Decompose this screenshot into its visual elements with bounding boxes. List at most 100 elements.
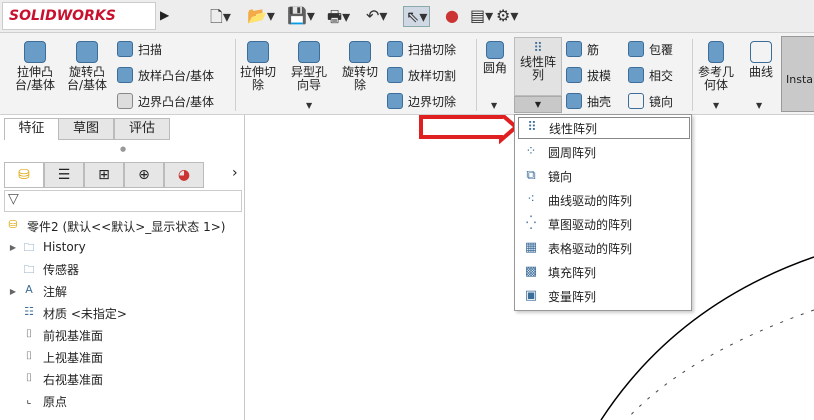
tree-item-front-plane[interactable]: ⌷ 前视基准面 xyxy=(6,324,103,346)
label: 扫描切除 xyxy=(408,42,457,57)
menu-item-mirror[interactable]: ⧉ 镜向 xyxy=(518,165,690,187)
shell-button[interactable]: 抽壳 xyxy=(566,91,611,111)
linear-pattern-icon: ⠿ xyxy=(533,41,543,56)
fillet-button[interactable]: 圆角 xyxy=(480,41,510,75)
loft-cut-button[interactable]: 放样切割 xyxy=(387,65,456,85)
label: 边界切除 xyxy=(408,94,457,109)
extrude-boss-button[interactable]: 拉伸凸台/基体 xyxy=(10,41,60,92)
tree-item-history[interactable]: ▶ 🗀 History xyxy=(6,236,86,258)
plane-icon: ⌷ xyxy=(25,371,33,384)
hole-wizard-button[interactable]: 异型孔向导 xyxy=(287,41,331,92)
tab-evaluate[interactable]: 评估 xyxy=(114,118,170,140)
configuration-manager-icon[interactable]: ⊞ xyxy=(84,162,124,188)
dimxpert-icon[interactable]: ⊕ xyxy=(124,162,164,188)
print-icon[interactable]: 🖶▾ xyxy=(327,6,350,33)
pattern-dropdown-toggle[interactable]: ▼ xyxy=(514,96,562,113)
file-properties-icon[interactable]: ▤▾ xyxy=(470,6,493,25)
sweep-cut-button[interactable]: 扫描切除 xyxy=(387,39,456,59)
tree-item-annotations[interactable]: ▶ A 注解 xyxy=(6,280,67,302)
table-pattern-icon: ▦ xyxy=(524,240,538,255)
mirror-icon xyxy=(628,93,644,109)
curves-button[interactable]: 曲线 xyxy=(745,41,777,79)
rib-icon xyxy=(566,41,582,57)
sweep-cut-icon xyxy=(387,41,403,57)
extrude-cut-button[interactable]: 拉伸切除 xyxy=(238,41,278,92)
display-manager-icon[interactable]: ◕ xyxy=(164,162,204,188)
revolve-boss-button[interactable]: 旋转凸台/基体 xyxy=(62,41,112,92)
chevron-down-icon[interactable]: ▼ xyxy=(756,101,762,110)
chevron-right-icon[interactable]: › xyxy=(232,165,238,181)
feature-manager-icon[interactable]: ⛁ xyxy=(4,162,44,188)
expand-icon[interactable]: ▶ xyxy=(6,287,20,296)
label: 圆角 xyxy=(482,61,507,75)
chevron-down-icon[interactable]: ▼ xyxy=(491,101,497,110)
rib-button[interactable]: 筋 xyxy=(566,39,599,59)
label: 填充阵列 xyxy=(548,265,597,280)
filter-icon[interactable]: ▽ xyxy=(4,190,242,212)
open-icon[interactable]: 📂▾ xyxy=(247,6,275,25)
reference-geometry-button[interactable]: 参考几何体 xyxy=(696,41,736,92)
label: 表格驱动的阵列 xyxy=(548,241,633,256)
revolve-boss-icon xyxy=(76,41,98,63)
label: 旋转凸台/基体 xyxy=(66,65,108,92)
feature-manager-panel: 特征 草图 评估 ● ⛁ ☰ ⊞ ⊕ ◕ › ▽ ⛁ 零件2 (默认<<默认>_显… xyxy=(0,115,245,420)
extrude-cut-icon xyxy=(247,41,269,63)
revolve-cut-button[interactable]: 旋转切除 xyxy=(338,41,382,92)
tree-item-top-plane[interactable]: ⌷ 上视基准面 xyxy=(6,346,103,368)
chevron-down-icon[interactable]: ▼ xyxy=(713,101,719,110)
loft-cut-icon xyxy=(387,67,403,83)
menu-item-fill-pattern[interactable]: ▩ 填充阵列 xyxy=(518,261,690,283)
label: 镜向 xyxy=(548,169,573,184)
loft-boss-button[interactable]: 放样凸台/基体 xyxy=(117,65,214,85)
label: 拔模 xyxy=(587,68,612,83)
intersect-button[interactable]: 相交 xyxy=(628,65,673,85)
part-icon: ⛁ xyxy=(8,218,18,231)
tree-item-right-plane[interactable]: ⌷ 右视基准面 xyxy=(6,368,103,390)
mirror-icon: ⧉ xyxy=(526,168,536,183)
label: 拉伸凸台/基体 xyxy=(14,65,56,92)
linear-pattern-button[interactable]: ⠿ 线性阵列 xyxy=(514,37,562,96)
mirror-button[interactable]: 镜向 xyxy=(628,91,673,111)
label: 参考几何体 xyxy=(697,65,734,92)
rebuild-icon[interactable]: ● xyxy=(445,6,459,25)
label: 原点 xyxy=(43,394,68,409)
instant3d-button[interactable]: Instan xyxy=(781,36,814,112)
property-manager-icon[interactable]: ☰ xyxy=(44,162,84,188)
menu-item-linear-pattern[interactable]: ⠿ 线性阵列 xyxy=(518,117,690,139)
tree-root[interactable]: ⛁ 零件2 (默认<<默认>_显示状态 1>) xyxy=(4,215,225,237)
menu-item-sketch-driven-pattern[interactable]: ⁛ 草图驱动的阵列 xyxy=(518,213,690,235)
wrap-button[interactable]: 包覆 xyxy=(628,39,673,59)
wrap-icon xyxy=(628,41,644,57)
boundary-boss-button[interactable]: 边界凸台/基体 xyxy=(117,91,214,111)
menu-item-circular-pattern[interactable]: ⁘ 圆周阵列 xyxy=(518,141,690,163)
draft-button[interactable]: 拔模 xyxy=(566,65,611,85)
sweep-button[interactable]: 扫描 xyxy=(117,39,162,59)
options-gear-icon[interactable]: ⚙▾ xyxy=(496,6,518,25)
plane-icon: ⌷ xyxy=(25,349,33,362)
label: 曲线驱动的阵列 xyxy=(548,193,633,208)
tree-item-origin[interactable]: ⌞ 原点 xyxy=(6,390,67,412)
splitter-handle[interactable]: ● xyxy=(120,145,126,153)
undo-icon[interactable]: ↶▾ xyxy=(366,6,387,25)
expand-icon[interactable]: ▶ xyxy=(6,243,20,252)
tab-features[interactable]: 特征 xyxy=(4,118,59,140)
sweep-icon xyxy=(117,41,133,57)
menu-expand-icon[interactable]: ▶ xyxy=(160,8,169,22)
origin-icon: ⌞ xyxy=(26,393,32,406)
boundary-cut-button[interactable]: 边界切除 xyxy=(387,91,456,111)
menu-item-variable-pattern[interactable]: ▣ 变量阵列 xyxy=(518,285,690,307)
select-icon[interactable]: ⇖▾ xyxy=(403,6,431,27)
solidworks-logo[interactable]: SOLIDWORKS xyxy=(2,2,156,30)
label: 上视基准面 xyxy=(43,350,104,365)
label: 传感器 xyxy=(43,262,80,277)
tab-sketch[interactable]: 草图 xyxy=(58,118,114,140)
tree-item-material[interactable]: ☷ 材质 <未指定> xyxy=(6,302,127,324)
label: 零件2 (默认<<默认>_显示状态 1>) xyxy=(27,219,226,234)
tree-item-sensors[interactable]: 🗀 传感器 xyxy=(6,258,80,280)
chevron-down-icon[interactable]: ▼ xyxy=(306,101,312,110)
label: 筋 xyxy=(587,42,600,57)
menu-item-curve-driven-pattern[interactable]: ⁖ 曲线驱动的阵列 xyxy=(518,189,690,211)
save-icon[interactable]: 💾▾ xyxy=(287,6,315,25)
menu-item-table-driven-pattern[interactable]: ▦ 表格驱动的阵列 xyxy=(518,237,690,259)
new-icon[interactable]: 🗋▾ xyxy=(210,6,231,33)
